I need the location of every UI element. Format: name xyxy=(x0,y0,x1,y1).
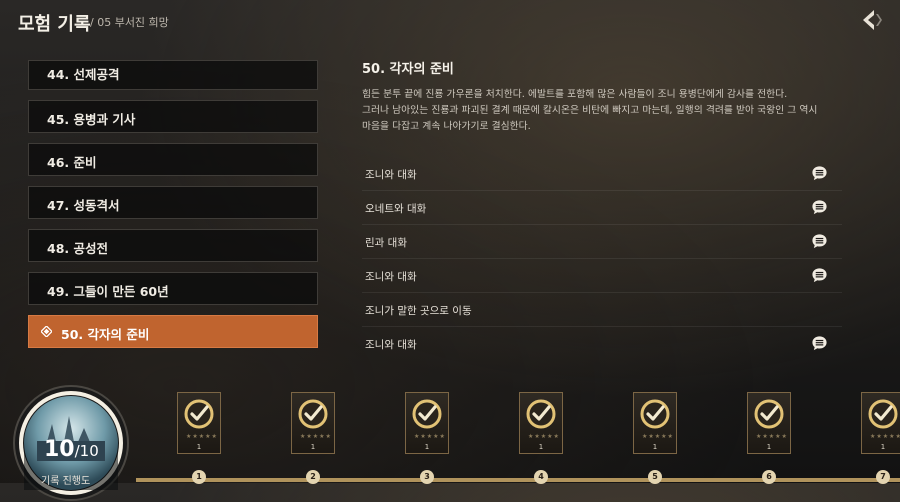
reward-number: 4 xyxy=(534,470,548,484)
diamond-icon xyxy=(41,326,52,337)
task-label: 린과 대화 xyxy=(365,237,407,249)
chapter-label: 46. 준비 xyxy=(47,155,97,170)
chat-bubble-icon[interactable] xyxy=(811,165,828,182)
chapter-item[interactable]: 46. 준비 xyxy=(28,143,318,176)
back-arrow-icon xyxy=(863,10,882,30)
stars-icon: ★★★★★ xyxy=(756,433,788,440)
reward-count: 1 xyxy=(424,443,430,451)
reward-number: 2 xyxy=(306,470,320,484)
task-label: 오네트와 대화 xyxy=(365,203,427,215)
page-subtitle: / 05 부서진 희망 xyxy=(90,16,169,29)
header: 모험 기록 / 05 부서진 희망 xyxy=(0,0,900,40)
task-label: 조니와 대화 xyxy=(365,169,417,181)
task-row[interactable]: 조니와 대화 xyxy=(362,327,842,360)
chapter-item[interactable]: 45. 용병과 기사 xyxy=(28,100,318,133)
chapter-item-active[interactable]: 50. 각자의 준비 xyxy=(28,315,318,348)
progress-label: 기록 진행도 xyxy=(41,476,91,487)
chapter-label: 48. 공성전 xyxy=(47,241,108,256)
reward-number: 5 xyxy=(648,470,662,484)
task-row[interactable]: 린과 대화 xyxy=(362,225,842,259)
check-badge-icon xyxy=(526,399,556,429)
reward-card[interactable]: ★★★★★ 1 5 xyxy=(633,392,677,484)
reward-count: 1 xyxy=(766,443,772,451)
chapter-item[interactable]: 49. 그들이 만든 60년 xyxy=(28,272,318,305)
progress-value: 10/10 xyxy=(44,437,99,462)
reward-number: 3 xyxy=(420,470,434,484)
reward-count: 1 xyxy=(652,443,658,451)
chapter-label: 47. 성동격서 xyxy=(47,198,120,213)
task-row[interactable]: 조니와 대화 xyxy=(362,157,842,191)
reward-count: 1 xyxy=(880,443,886,451)
task-list: 조니와 대화 오네트와 대화 린과 대화 조니와 대화 조니가 말한 곳으로 이… xyxy=(362,157,842,360)
task-row[interactable]: 조니와 대화 xyxy=(362,259,842,293)
chat-bubble-icon[interactable] xyxy=(811,335,828,352)
page-title: 모험 기록 xyxy=(18,14,91,35)
chapter-label: 49. 그들이 만든 60년 xyxy=(47,284,169,299)
reward-track xyxy=(136,478,900,482)
reward-card[interactable]: ★★★★★ 1 4 xyxy=(519,392,563,484)
chat-bubble-icon[interactable] xyxy=(811,199,828,216)
chat-bubble-icon[interactable] xyxy=(811,233,828,250)
chapter-item[interactable]: 44. 선제공격 xyxy=(28,60,318,90)
stars-icon: ★★★★★ xyxy=(186,433,218,440)
reward-card[interactable]: ★★★★★ 1 2 xyxy=(291,392,335,484)
reward-count: 1 xyxy=(310,443,316,451)
detail-description: 힘든 분투 끝에 진룡 가우론을 처치한다. 에발트를 포함해 많은 사람들이 … xyxy=(362,89,818,132)
task-row[interactable]: 조니가 말한 곳으로 이동 xyxy=(362,293,842,327)
stars-icon: ★★★★★ xyxy=(642,433,674,440)
chapter-list: 44. 선제공격 45. 용병과 기사 46. 준비 47. 성동격서 48. … xyxy=(28,60,318,358)
reward-count: 1 xyxy=(538,443,544,451)
check-badge-icon xyxy=(754,399,784,429)
reward-card[interactable]: ★★★★★ 1 3 xyxy=(405,392,449,484)
reward-count: 1 xyxy=(196,443,202,451)
chapter-label: 50. 각자의 준비 xyxy=(61,327,150,342)
stars-icon: ★★★★★ xyxy=(300,433,332,440)
progress-total: /10 xyxy=(74,442,99,460)
check-badge-icon xyxy=(412,399,442,429)
back-button[interactable] xyxy=(858,6,886,34)
reward-number: 7 xyxy=(876,470,890,484)
task-row[interactable]: 오네트와 대화 xyxy=(362,191,842,225)
chat-bubble-icon[interactable] xyxy=(811,267,828,284)
chapter-item[interactable]: 47. 성동격서 xyxy=(28,186,318,219)
task-label: 조니와 대화 xyxy=(365,271,417,283)
stars-icon: ★★★★★ xyxy=(414,433,446,440)
reward-number: 1 xyxy=(192,470,206,484)
check-badge-icon xyxy=(868,399,898,429)
detail-title: 50. 각자의 준비 xyxy=(362,62,454,77)
reward-card[interactable]: ★★★★★ 1 7 xyxy=(861,392,900,484)
reward-card[interactable]: ★★★★★ 1 1 xyxy=(177,392,221,484)
stars-icon: ★★★★★ xyxy=(870,433,900,440)
check-badge-icon xyxy=(640,399,670,429)
chapter-item[interactable]: 48. 공성전 xyxy=(28,229,318,262)
reward-card[interactable]: ★★★★★ 1 6 xyxy=(747,392,791,484)
chapter-label: 44. 선제공격 xyxy=(47,67,120,82)
task-label: 조니가 말한 곳으로 이동 xyxy=(365,305,472,317)
progress-current: 10 xyxy=(44,437,75,462)
check-badge-icon xyxy=(298,399,328,429)
stars-icon: ★★★★★ xyxy=(528,433,560,440)
check-badge-icon xyxy=(184,399,214,429)
task-label: 조니와 대화 xyxy=(365,339,417,351)
reward-number: 6 xyxy=(762,470,776,484)
chapter-label: 45. 용병과 기사 xyxy=(47,112,136,127)
chapter-detail: 50. 각자의 준비 힘든 분투 끝에 진룡 가우론을 처치한다. 에발트를 포… xyxy=(362,58,852,135)
